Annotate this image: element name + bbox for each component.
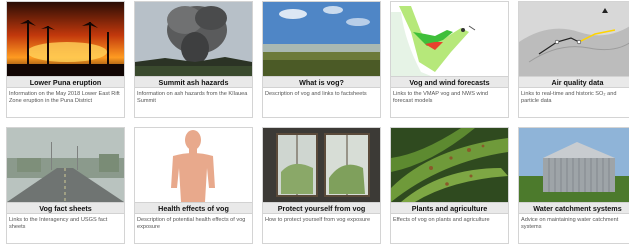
card-description: Description of potential health effects … [137,217,246,230]
card-title[interactable]: Vog and wind forecasts [391,76,508,88]
topic-grid: Lower Puna eruption Information on the M… [6,1,629,245]
card-summit-ash-hazards[interactable]: Summit ash hazards Information on ash ha… [134,1,253,118]
card-protect-yourself[interactable]: Protect yourself from vog How to protect… [262,127,381,244]
human-figure-image [135,128,252,202]
card-vog-wind-forecasts[interactable]: Vog and wind forecasts Links to the VMAP… [390,1,509,118]
damaged-leaves-image [391,128,508,202]
card-title[interactable]: Lower Puna eruption [7,76,124,88]
card-description: How to protect yourself from vog exposur… [265,217,371,223]
card-description: Links to real-time and historic SO₂ and … [521,91,617,104]
card-title[interactable]: What is vog? [263,76,380,88]
card-title[interactable]: Plants and agriculture [391,202,508,214]
card-plants-agriculture[interactable]: Plants and agriculture Effects of vog on… [390,127,509,244]
card-description: Effects of vog on plants and agriculture [393,217,490,223]
forecast-map-image [391,2,508,76]
card-health-effects[interactable]: Health effects of vog Description of pot… [134,127,253,244]
card-description: Advice on maintaining water catchment sy… [521,217,619,230]
card-vog-fact-sheets[interactable]: Vog fact sheets Links to the Interagency… [6,127,125,244]
card-title[interactable]: Air quality data [519,76,629,88]
hazy-landscape-image [263,2,380,76]
card-description: Information on ash hazards from the Kīla… [137,91,248,104]
card-title[interactable]: Protect yourself from vog [263,202,380,214]
lava-eruption-image [7,2,124,76]
card-title[interactable]: Health effects of vog [135,202,252,214]
card-lower-puna-eruption[interactable]: Lower Puna eruption Information on the M… [6,1,125,118]
hazy-road-image [7,128,124,202]
card-description: Links to the Interagency and USGS fact s… [9,217,108,230]
water-tank-image [519,128,629,202]
card-description: Description of vog and links to factshee… [265,91,367,97]
ash-plume-image [135,2,252,76]
card-air-quality-data[interactable]: Air quality data Links to real-time and … [518,1,629,118]
card-description: Links to the VMAP vog and NWS wind forec… [393,91,489,104]
card-water-catchment[interactable]: Water catchment systems Advice on mainta… [518,127,629,244]
card-what-is-vog[interactable]: What is vog? Description of vog and link… [262,1,381,118]
card-title[interactable]: Vog fact sheets [7,202,124,214]
card-title[interactable]: Summit ash hazards [135,76,252,88]
station-map-image [519,2,629,76]
card-description: Information on the May 2018 Lower East R… [9,91,120,104]
window-room-image [263,128,380,202]
card-title[interactable]: Water catchment systems [519,202,629,214]
